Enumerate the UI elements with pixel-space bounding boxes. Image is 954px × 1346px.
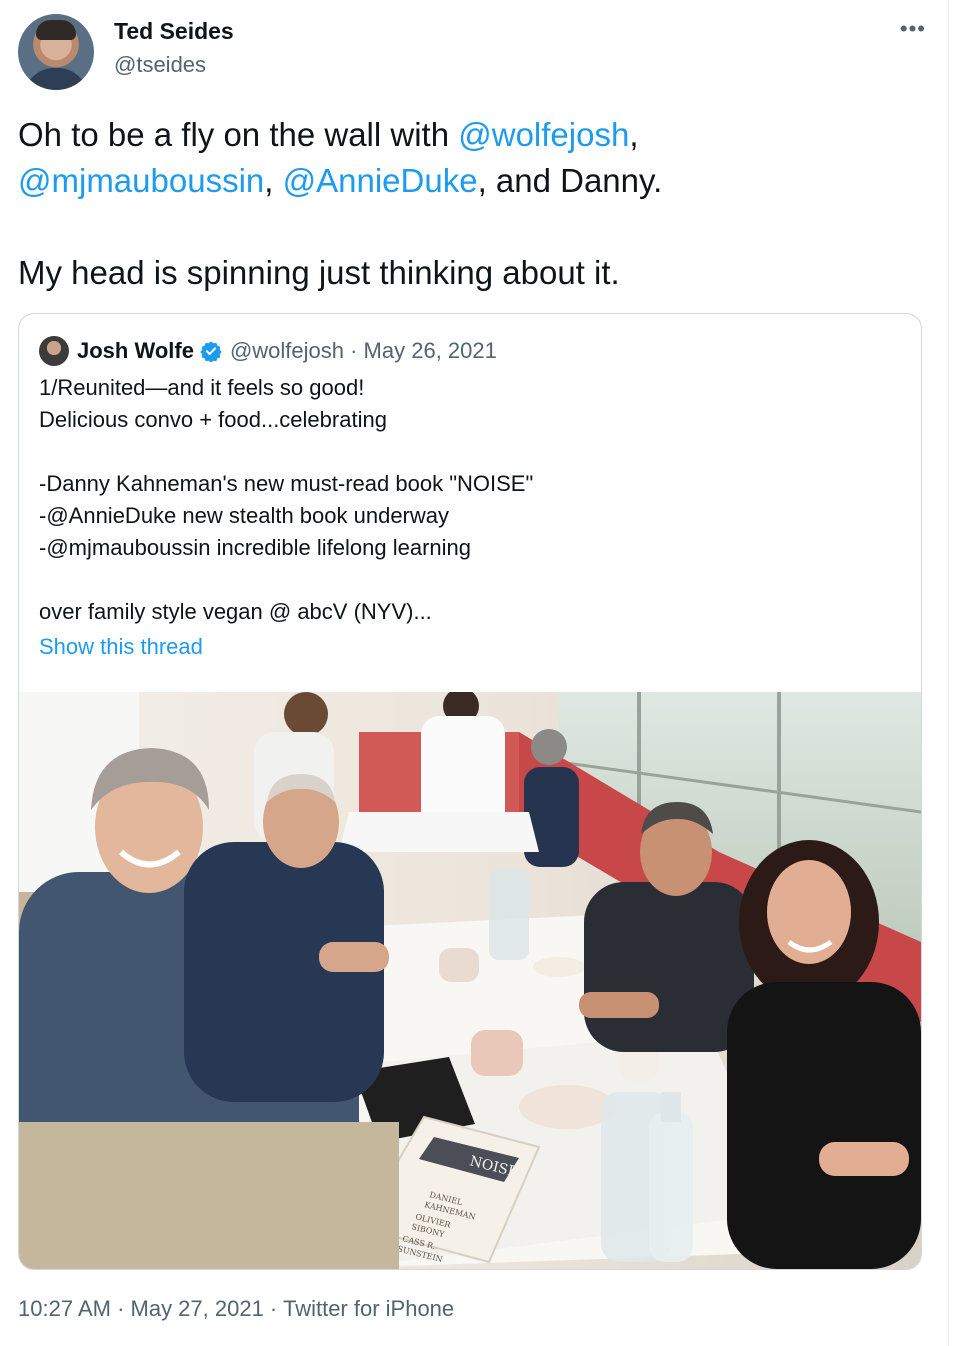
quoted-line: Delicious convo + food...celebrating: [39, 407, 387, 432]
tweet-text: Oh to be a fly on the wall with @wolfejo…: [18, 112, 918, 296]
mention-wolfejosh[interactable]: @wolfejosh: [458, 116, 629, 153]
tweet-header: Ted Seides @tseides •••: [18, 12, 930, 92]
quoted-line: -@mjmauboussin incredible lifelong learn…: [39, 535, 471, 560]
author-avatar[interactable]: [18, 14, 94, 90]
tweet-text-span: , and Danny.: [477, 162, 663, 199]
quoted-tweet-text: 1/Reunited—and it feels so good! Delicio…: [39, 372, 899, 628]
tweet-text-span: ,: [264, 162, 283, 199]
quoted-line: -Danny Kahneman's new must-read book "NO…: [39, 471, 534, 496]
quoted-line: -@AnnieDuke new stealth book underway: [39, 503, 450, 528]
verified-badge-icon: [200, 341, 222, 362]
quoted-line: [39, 436, 899, 468]
quoted-line: [39, 564, 899, 596]
more-options-icon[interactable]: •••: [900, 16, 926, 42]
author-handle[interactable]: @tseides: [114, 52, 206, 78]
quoted-tweet-header: Josh Wolfe @wolfejosh · May 26, 2021: [39, 336, 497, 366]
quoted-line: 1/Reunited—and it feels so good!: [39, 375, 365, 400]
author-name[interactable]: Ted Seides: [114, 18, 234, 45]
tweet-timestamp[interactable]: 10:27 AM · May 27, 2021 · Twitter for iP…: [18, 1296, 454, 1322]
tweet-text-span: Oh to be a fly on the wall with: [18, 116, 459, 153]
quoted-author-avatar: [39, 336, 69, 366]
quoted-tweet[interactable]: Josh Wolfe @wolfejosh · May 26, 2021 1/R…: [18, 313, 922, 1270]
tweet-line-1: Oh to be a fly on the wall with @wolfejo…: [18, 112, 918, 158]
column-border: [948, 0, 949, 1346]
tweet-photo[interactable]: NOISE DANIEL KAHNEMAN OLIVIER SIBONY CAS…: [19, 692, 921, 1269]
show-thread-link[interactable]: Show this thread: [39, 634, 203, 660]
mention-annieduke[interactable]: @AnnieDuke: [283, 162, 478, 199]
tweet-line-2: @mjmauboussin, @AnnieDuke, and Danny.: [18, 158, 918, 204]
tweet-line-3: My head is spinning just thinking about …: [18, 254, 620, 291]
quoted-line: over family style vegan @ abcV (NYV)...: [39, 599, 432, 624]
quoted-author-name: Josh Wolfe: [77, 338, 194, 363]
tweet-text-span: ,: [629, 116, 639, 153]
restaurant-photo: NOISE DANIEL KAHNEMAN OLIVIER SIBONY CAS…: [19, 692, 921, 1269]
quoted-handle-date: @wolfejosh · May 26, 2021: [229, 338, 497, 363]
mention-mjmauboussin[interactable]: @mjmauboussin: [18, 162, 264, 199]
